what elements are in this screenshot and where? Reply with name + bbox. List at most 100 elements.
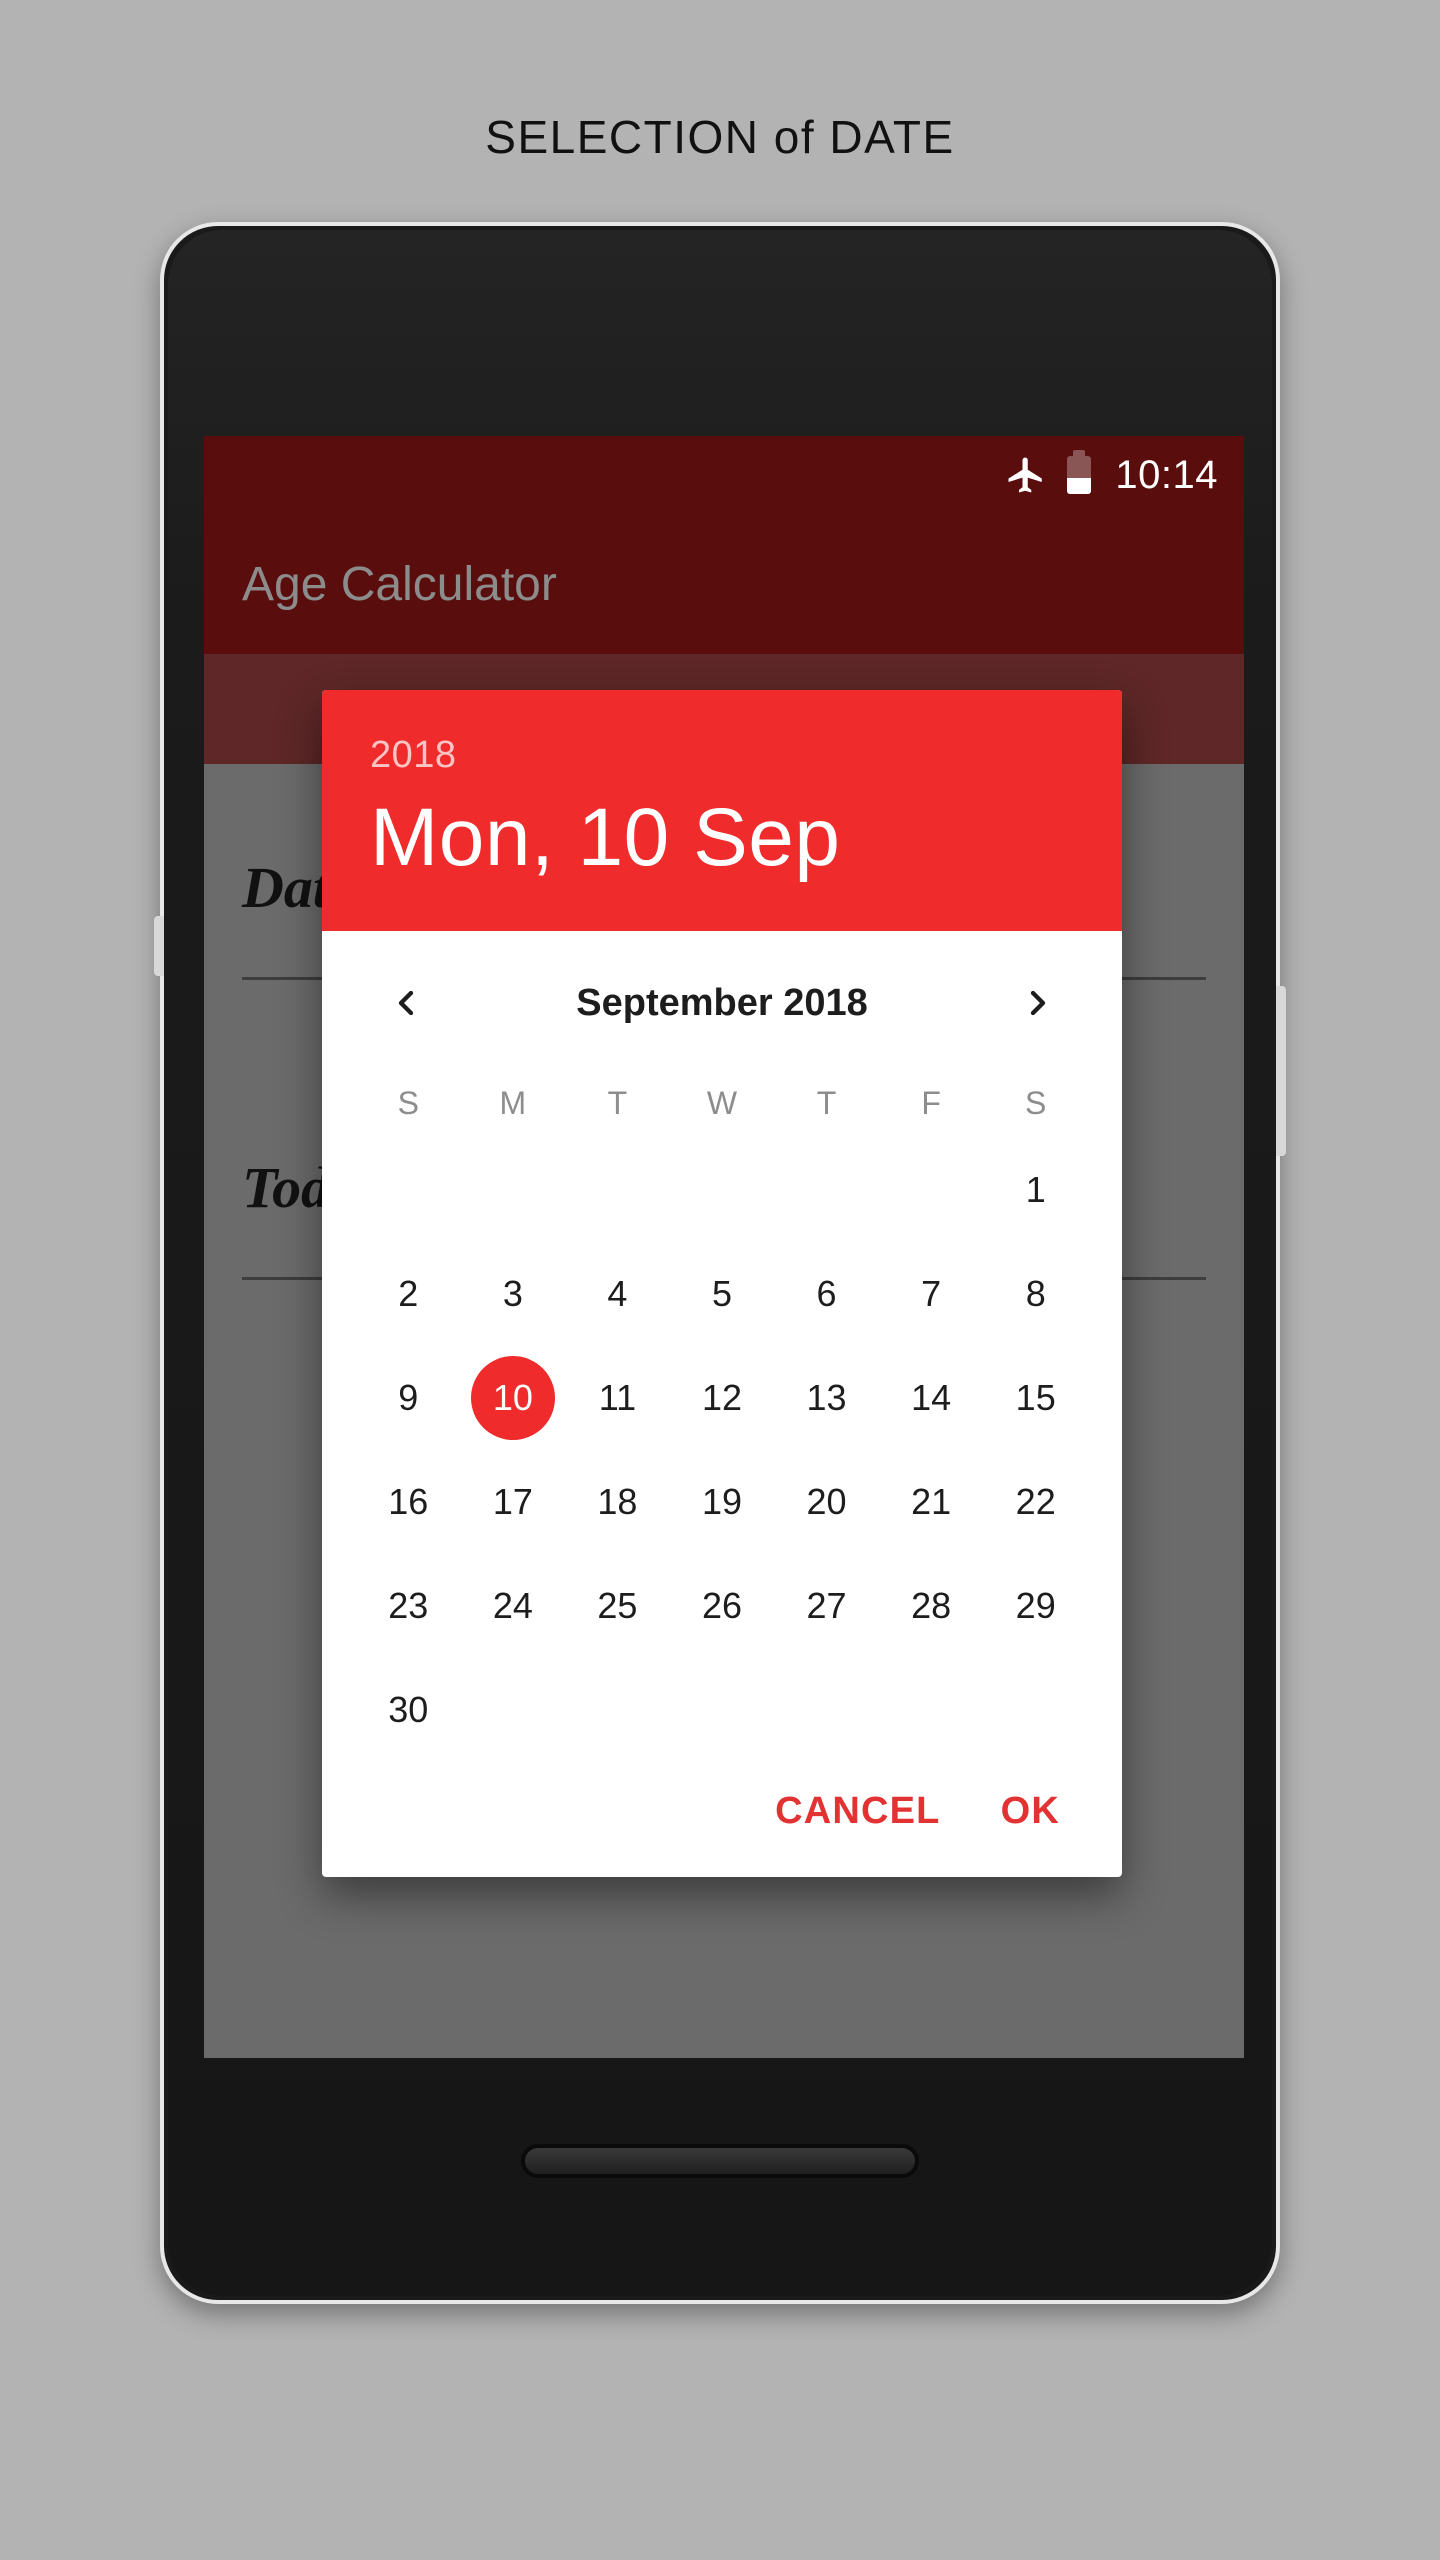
calendar-day-20[interactable]: 20 [774,1456,879,1548]
calendar-day-label [575,1148,659,1232]
airplane-mode-icon [1005,454,1047,496]
calendar-day-4[interactable]: 4 [565,1248,670,1340]
calendar-day-label: 15 [1015,1377,1056,1418]
calendar-day-label: 17 [492,1481,533,1522]
calendar-day-label: 11 [598,1377,637,1418]
calendar-day-19[interactable]: 19 [670,1456,775,1548]
calendar-day-17[interactable]: 17 [461,1456,566,1548]
calendar-day-empty [356,1144,461,1236]
calendar-day-label [471,1148,555,1232]
weekday-header-3: W [706,1085,738,1121]
calendar-day-label [994,1668,1078,1752]
calendar-day-empty [983,1664,1088,1756]
calendar-week-row: 1 [356,1144,1088,1236]
power-button[interactable] [1276,986,1286,1156]
calendar-day-empty [565,1144,670,1236]
calendar-day-label: 4 [607,1273,628,1314]
volume-button[interactable] [154,916,164,976]
calendar-day-label [680,1148,764,1232]
calendar-day-label: 29 [1015,1585,1056,1626]
calendar-day-5[interactable]: 5 [670,1248,775,1340]
date-picker-header: 2018 Mon, 10 Sep [322,690,1122,931]
calendar-day-empty [461,1144,566,1236]
calendar-day-26[interactable]: 26 [670,1560,775,1652]
calendar-day-empty [565,1664,670,1756]
weekday-header-6: S [1025,1085,1047,1121]
calendar-week-row: 9 10 11 12 13 14 15 [356,1352,1088,1444]
calendar-day-21[interactable]: 21 [879,1456,984,1548]
calendar-day-label: 25 [597,1585,638,1626]
calendar-day-29[interactable]: 29 [983,1560,1088,1652]
calendar-day-label: 23 [388,1585,429,1626]
calendar-day-30[interactable]: 30 [356,1664,461,1756]
weekday-header-4: T [816,1085,837,1121]
calendar-day-label: 24 [492,1585,533,1626]
page-title: SELECTION of DATE [485,111,955,163]
calendar-day-label: 26 [701,1585,742,1626]
app-bar: Age Calculator [204,514,1244,654]
calendar-day-16[interactable]: 16 [356,1456,461,1548]
date-picker-dialog: 2018 Mon, 10 Sep September 2018 S M T W … [322,690,1122,1877]
calendar-day-empty [670,1144,775,1236]
calendar-week-row: 30 [356,1664,1088,1756]
calendar-day-12[interactable]: 12 [670,1352,775,1444]
calendar-day-label: 5 [711,1273,732,1314]
calendar-day-label: 28 [911,1585,952,1626]
calendar-day-8[interactable]: 8 [983,1248,1088,1340]
calendar-day-label [889,1668,973,1752]
cancel-button[interactable]: CANCEL [775,1790,941,1833]
calendar-day-empty [774,1144,879,1236]
calendar-day-13[interactable]: 13 [774,1352,879,1444]
calendar-day-label: 16 [388,1481,429,1522]
date-picker-body: September 2018 SMTWTFS 1 2 3 4 5 6 7 8 9 10 11 12 13… [322,931,1122,1756]
calendar-day-label: 7 [921,1273,942,1314]
calendar-day-24[interactable]: 24 [461,1560,566,1652]
calendar-day-label: 18 [597,1481,638,1522]
battery-icon [1067,456,1092,494]
calendar-day-label [785,1148,869,1232]
calendar-day-label [785,1668,869,1752]
calendar-day-label: 14 [911,1377,952,1418]
calendar-day-25[interactable]: 25 [565,1560,670,1652]
chevron-right-icon[interactable] [1010,975,1066,1031]
calendar-day-28[interactable]: 28 [879,1560,984,1652]
calendar-day-18[interactable]: 18 [565,1456,670,1548]
calendar-day-10[interactable]: 10 [461,1352,566,1444]
weekday-header-row: SMTWTFS [356,1075,1088,1132]
ok-button[interactable]: OK [1001,1790,1060,1833]
calendar-day-label: 1 [1025,1169,1046,1210]
calendar-day-15[interactable]: 15 [983,1352,1088,1444]
calendar-week-row: 23 24 25 26 27 28 29 [356,1560,1088,1652]
status-bar-clock: 10:14 [1115,452,1218,497]
calendar-day-empty [879,1664,984,1756]
calendar-day-label: 10 [470,1356,555,1440]
calendar-day-22[interactable]: 22 [983,1456,1088,1548]
calendar-day-label: 6 [816,1273,837,1314]
calendar-day-label: 19 [701,1481,742,1522]
calendar-day-27[interactable]: 27 [774,1560,879,1652]
calendar-day-7[interactable]: 7 [879,1248,984,1340]
weekday-header-5: F [921,1085,941,1121]
calendar-day-label: 27 [806,1585,847,1626]
calendar-day-14[interactable]: 14 [879,1352,984,1444]
calendar-day-23[interactable]: 23 [356,1560,461,1652]
date-picker-selected-date[interactable]: Mon, 10 Sep [370,791,1074,885]
calendar-day-9[interactable]: 9 [356,1352,461,1444]
calendar-day-11[interactable]: 11 [565,1352,670,1444]
calendar-day-label: 9 [398,1377,419,1418]
date-picker-year[interactable]: 2018 [370,734,1074,777]
app-title: Age Calculator [242,557,557,611]
calendar-day-empty [670,1664,775,1756]
calendar-day-label [575,1668,659,1752]
calendar-day-label [680,1668,764,1752]
calendar-day-empty [879,1144,984,1236]
calendar-day-2[interactable]: 2 [356,1248,461,1340]
calendar-day-label: 2 [398,1273,419,1314]
calendar-day-1[interactable]: 1 [983,1144,1088,1236]
calendar-grid: 1 2 3 4 5 6 7 8 9 10 11 12 13 14 15 16 17 18 19 20 21 22 23 24 2… [356,1144,1088,1756]
calendar-day-3[interactable]: 3 [461,1248,566,1340]
calendar-day-6[interactable]: 6 [774,1248,879,1340]
bottom-speaker [521,2144,919,2178]
month-year-label: September 2018 [576,981,868,1024]
chevron-left-icon[interactable] [378,975,434,1031]
